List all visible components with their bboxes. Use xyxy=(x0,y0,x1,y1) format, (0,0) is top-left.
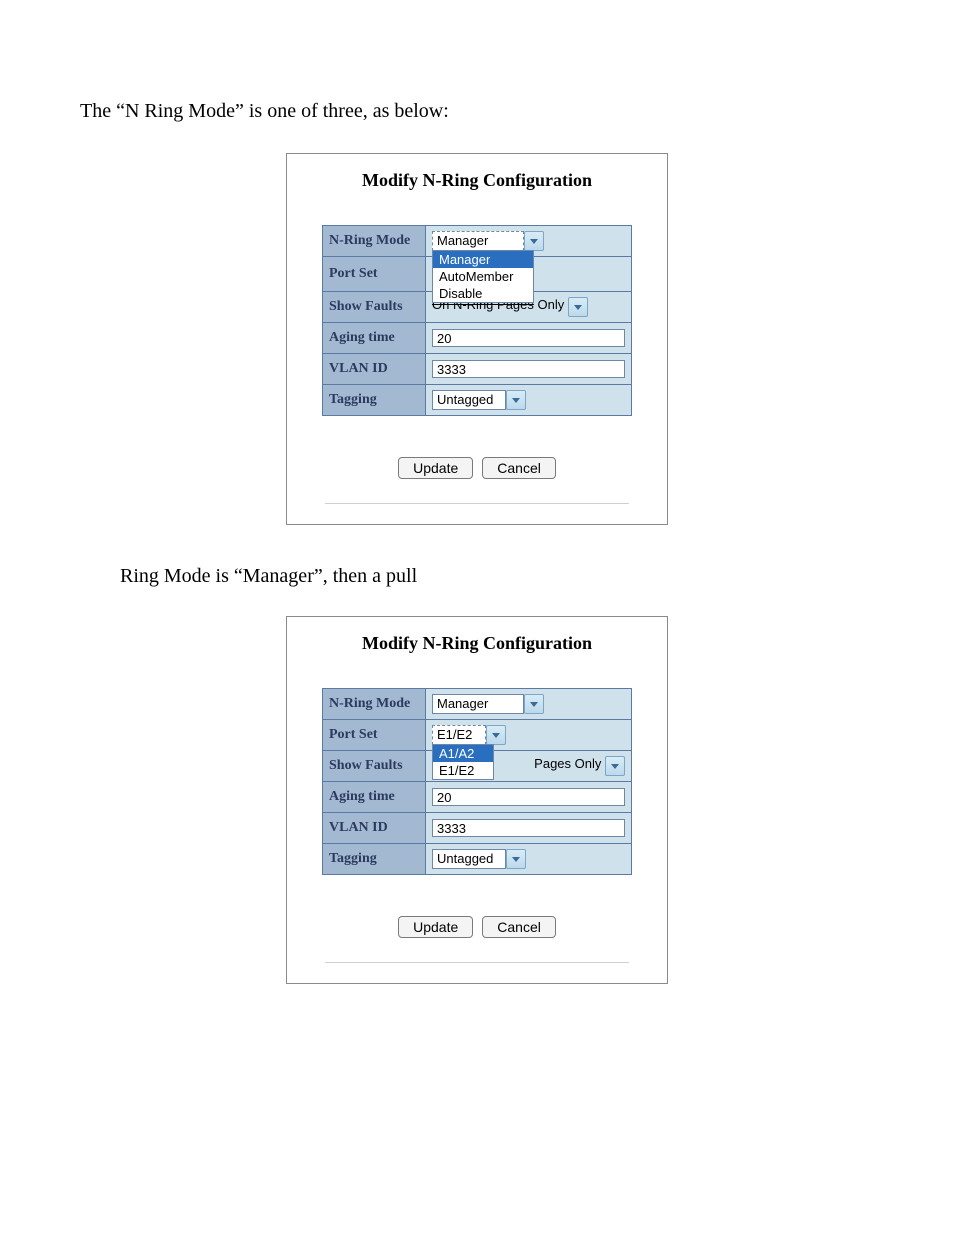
option-automember[interactable]: AutoMember xyxy=(433,268,533,285)
chevron-down-icon[interactable] xyxy=(524,231,544,251)
label-show-faults: Show Faults xyxy=(323,292,426,323)
tagging-select[interactable]: Untagged xyxy=(432,390,506,410)
label-port-set: Port Set xyxy=(323,720,426,751)
config-panel-1: Modify N-Ring Configuration N-Ring Mode … xyxy=(286,153,668,525)
option-disable[interactable]: Disable xyxy=(433,285,533,302)
chevron-down-icon[interactable] xyxy=(486,725,506,745)
divider xyxy=(325,962,629,963)
agingtime-input[interactable]: 20 xyxy=(432,788,625,806)
vlanid-input[interactable]: 3333 xyxy=(432,819,625,837)
port-set-select[interactable]: E1/E2 xyxy=(432,725,486,745)
show-faults-suffix: Only xyxy=(538,297,565,312)
panel-title: Modify N-Ring Configuration xyxy=(287,627,667,688)
agingtime-input[interactable]: 20 xyxy=(432,329,625,347)
label-nring-mode: N-Ring Mode xyxy=(323,226,426,257)
label-tagging: Tagging xyxy=(323,385,426,416)
label-port-set: Port Set xyxy=(323,257,426,292)
label-show-faults: Show Faults xyxy=(323,751,426,782)
label-tagging: Tagging xyxy=(323,844,426,875)
mid-text: Ring Mode is “Manager”, then a pull xyxy=(120,565,874,588)
config-panel-2: Modify N-Ring Configuration N-Ring Mode … xyxy=(286,616,668,984)
label-vlanid: VLAN ID xyxy=(323,813,426,844)
cancel-button[interactable]: Cancel xyxy=(482,916,556,938)
label-agingtime: Aging time xyxy=(323,782,426,813)
vlanid-input[interactable]: 3333 xyxy=(432,360,625,378)
intro-text: The “N Ring Mode” is one of three, as be… xyxy=(80,100,874,123)
label-agingtime: Aging time xyxy=(323,323,426,354)
chevron-down-icon[interactable] xyxy=(506,390,526,410)
label-nring-mode: N-Ring Mode xyxy=(323,689,426,720)
label-vlanid: VLAN ID xyxy=(323,354,426,385)
chevron-down-icon[interactable] xyxy=(568,297,588,317)
option-manager[interactable]: Manager xyxy=(433,251,533,268)
divider xyxy=(325,503,629,504)
update-button[interactable]: Update xyxy=(398,916,473,938)
config-table: N-Ring Mode Manager Manager AutoMember D… xyxy=(322,225,632,416)
port-set-dropdown[interactable]: A1/A2 E1/E2 xyxy=(432,744,494,780)
config-table: N-Ring Mode Manager Port Set E1/E2 A1/A2… xyxy=(322,688,632,875)
nring-mode-select[interactable]: Manager xyxy=(432,231,524,251)
update-button[interactable]: Update xyxy=(398,457,473,479)
nring-mode-select[interactable]: Manager xyxy=(432,694,524,714)
show-faults-suffix: Pages Only xyxy=(534,756,601,771)
option-e1e2[interactable]: E1/E2 xyxy=(433,762,493,779)
chevron-down-icon[interactable] xyxy=(524,694,544,714)
option-a1a2[interactable]: A1/A2 xyxy=(433,745,493,762)
nring-mode-dropdown[interactable]: Manager AutoMember Disable xyxy=(432,250,534,303)
panel-title: Modify N-Ring Configuration xyxy=(287,164,667,225)
chevron-down-icon[interactable] xyxy=(506,849,526,869)
cancel-button[interactable]: Cancel xyxy=(482,457,556,479)
chevron-down-icon[interactable] xyxy=(605,756,625,776)
tagging-select[interactable]: Untagged xyxy=(432,849,506,869)
